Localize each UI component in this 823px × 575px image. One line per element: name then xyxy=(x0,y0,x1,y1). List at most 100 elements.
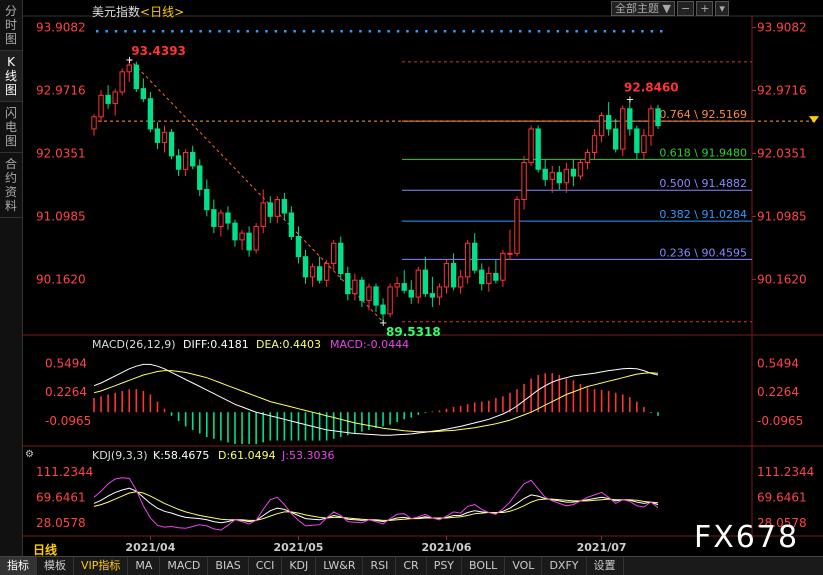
candle-body xyxy=(175,155,182,170)
signal-dot xyxy=(584,30,588,33)
indicator-tab-vip-[interactable]: VIP指标 xyxy=(74,557,129,575)
candle-body xyxy=(331,242,337,264)
indicator-tab-lw-r[interactable]: LW&R xyxy=(316,557,364,575)
signal-dot xyxy=(519,30,522,33)
candle-body xyxy=(542,168,548,180)
zoom-in-button[interactable]: + xyxy=(696,1,714,16)
kdj-d-label: D:61.0494 xyxy=(218,449,276,462)
candle-body xyxy=(309,266,316,278)
indicator-tab-vol[interactable]: VOL xyxy=(505,557,543,575)
timeframe-label[interactable]: <日线> xyxy=(140,5,184,19)
candle-body xyxy=(450,262,457,288)
candle-body xyxy=(267,202,273,217)
candle-body xyxy=(295,236,302,258)
indicator-tab-macd[interactable]: MACD xyxy=(160,557,209,575)
signal-dot xyxy=(96,30,99,33)
candle-body xyxy=(591,135,598,153)
candle-body xyxy=(429,293,436,298)
candle-body xyxy=(422,269,429,295)
indicator-tab-boll[interactable]: BOLL xyxy=(462,557,506,575)
menu-button[interactable]: ▾ xyxy=(715,1,729,16)
macd-y-tick-left-0: 0.5494 xyxy=(45,357,87,371)
signal-dot xyxy=(650,30,654,33)
fib-label-4: 0.236 \ 90.4595 xyxy=(659,246,747,259)
y-tick-label-right-2: 92.0351 xyxy=(757,146,807,160)
signal-dot xyxy=(387,30,390,33)
chevron-down-icon: ▼ xyxy=(662,2,671,15)
indicator-tab-bias[interactable]: BIAS xyxy=(208,557,249,575)
signal-dot xyxy=(594,30,597,33)
y-tick-label-left-0: 93.9082 xyxy=(36,21,86,35)
kdj-k-line xyxy=(93,487,659,524)
x-tick-label-2: 2021/06 xyxy=(422,541,472,554)
signal-dot xyxy=(490,30,494,33)
candle-body xyxy=(528,128,534,164)
y-tick-label-left-3: 91.0985 xyxy=(36,209,86,223)
candle-body xyxy=(464,242,471,278)
signal-dot xyxy=(190,30,193,33)
candle-body xyxy=(366,286,372,301)
fib-label-1: 0.618 \ 91.9480 xyxy=(659,146,747,159)
candle-body xyxy=(605,115,612,130)
signal-dot xyxy=(660,30,663,33)
macd-value-label: MACD:-0.0444 xyxy=(330,338,409,351)
trend-line xyxy=(128,58,384,323)
indicator-tab-cr[interactable]: CR xyxy=(396,557,427,575)
indicator-tab-kdj[interactable]: KDJ xyxy=(282,557,317,575)
candle-body xyxy=(352,279,358,295)
signal-dot xyxy=(622,30,625,33)
candle-body xyxy=(549,172,555,180)
candle-body xyxy=(570,168,577,177)
candle-body xyxy=(415,269,421,298)
candle-body xyxy=(316,266,323,281)
kdj-title: KDJ(9,3,3) xyxy=(92,449,148,462)
indicator-tab-dxfy[interactable]: DXFY xyxy=(542,557,587,575)
theme-select[interactable]: 全部主题 ▼ xyxy=(611,1,675,16)
candle-body xyxy=(479,269,485,285)
indicator-tab--[interactable]: 指标 xyxy=(0,557,37,575)
indicator-tab--[interactable]: 模板 xyxy=(37,557,74,575)
candle-body xyxy=(225,212,231,224)
y-tick-label-left-2: 92.0351 xyxy=(36,146,86,160)
signal-dot xyxy=(331,30,334,33)
chart-title: 美元指数<日线> xyxy=(92,3,184,20)
signal-dot xyxy=(227,30,231,33)
zoom-out-button[interactable]: − xyxy=(676,1,695,16)
y-tick-label-right-4: 90.1620 xyxy=(757,272,807,286)
candle-body xyxy=(493,272,499,281)
signal-dot xyxy=(105,30,108,33)
signal-dot xyxy=(293,30,296,33)
indicator-tab-rsi[interactable]: RSI xyxy=(363,557,397,575)
candle-body xyxy=(204,188,210,211)
signal-dot xyxy=(274,30,278,33)
candle-body xyxy=(500,252,506,281)
signal-dot xyxy=(368,30,372,33)
candle-body xyxy=(281,199,288,214)
signal-dot xyxy=(500,30,503,33)
macd-y-tick-right-0: 0.5494 xyxy=(757,357,799,371)
signal-dot xyxy=(378,30,381,33)
y-tick-label-left-1: 92.9716 xyxy=(36,84,86,98)
x-tick-label-0: 2021/04 xyxy=(125,541,175,554)
candle-body xyxy=(211,209,217,227)
candle-body xyxy=(563,168,570,184)
low-label: 89.5318 xyxy=(386,325,441,339)
y-tick-label-right-0: 93.9082 xyxy=(757,21,807,35)
indicator-tab--[interactable]: 设置 xyxy=(587,557,624,575)
signal-dot xyxy=(443,30,447,33)
signal-dot xyxy=(406,30,409,33)
candle-body xyxy=(345,272,351,295)
candle-body xyxy=(232,222,238,241)
signal-dot xyxy=(575,30,578,33)
indicator-tab-psy[interactable]: PSY xyxy=(427,557,463,575)
candle-body xyxy=(486,272,492,285)
signal-dot xyxy=(556,30,560,33)
symbol-name: 美元指数 xyxy=(92,5,141,19)
y-tick-label-left-4: 90.1620 xyxy=(36,272,86,286)
high-marker-icon: + xyxy=(125,55,133,66)
signal-dot xyxy=(349,30,353,33)
indicator-tab-cci[interactable]: CCI xyxy=(249,557,283,575)
candle-body xyxy=(648,108,654,137)
indicator-tab-ma[interactable]: MA xyxy=(128,557,161,575)
kdj-y-tick-right-1: 69.6461 xyxy=(757,490,807,504)
